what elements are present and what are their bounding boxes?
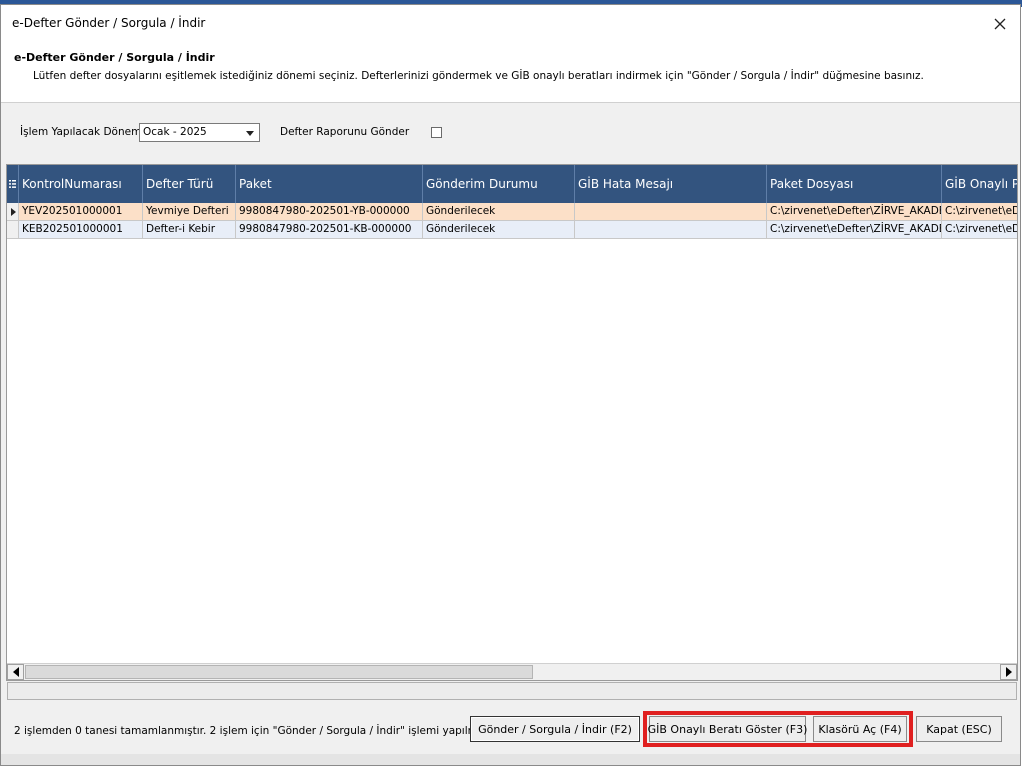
column-header-hata[interactable]: GİB Hata Mesajı <box>575 165 767 203</box>
cell-defter-turu[interactable]: Defter-i Kebir <box>143 221 236 239</box>
row-indicator <box>7 221 19 239</box>
cell-paket[interactable]: 9980847980-202501-YB-000000 <box>236 203 423 221</box>
period-select[interactable]: Ocak - 2025 <box>139 123 260 142</box>
page-description: Lütfen defter dosyalarını eşitlemek iste… <box>33 70 924 82</box>
close-button[interactable]: Kapat (ESC) <box>916 716 1002 742</box>
send-query-download-button[interactable]: Gönder / Sorgula / İndir (F2) <box>470 716 640 742</box>
scroll-left-button[interactable] <box>7 664 24 680</box>
horizontal-scrollbar[interactable] <box>7 663 1017 680</box>
cell-paket[interactable]: 9980847980-202501-KB-000000 <box>236 221 423 239</box>
period-select-value: Ocak - 2025 <box>143 126 207 138</box>
cell-paket-dosyasi[interactable]: C:\zirvenet\eDefter\ZİRVE_AKADEMİ <box>767 221 942 239</box>
progress-bar <box>7 682 1017 700</box>
cell-paket-dosyasi[interactable]: C:\zirvenet\eDefter\ZİRVE_AKADEMİ <box>767 203 942 221</box>
table-row[interactable]: KEB202501000001 Defter-i Kebir 998084798… <box>7 221 1017 239</box>
row-indicator <box>7 203 19 221</box>
scroll-right-button[interactable] <box>1000 664 1017 680</box>
close-icon <box>994 18 1006 30</box>
cell-kontrol[interactable]: KEB202501000001 <box>19 221 143 239</box>
scrollbar-thumb[interactable] <box>25 665 533 679</box>
chevron-down-icon <box>246 131 254 136</box>
arrow-right-icon <box>1005 667 1012 677</box>
cell-gonderim[interactable]: Gönderilecek <box>423 221 575 239</box>
close-window-button[interactable] <box>986 11 1014 37</box>
column-header-gib-onayli[interactable]: GİB Onaylı Pa <box>942 165 1017 203</box>
dialog-window: e-Defter Gönder / Sorgula / İndir e-Deft… <box>0 4 1021 766</box>
filter-row: İşlem Yapılacak Dönem Ocak - 2025 Defter… <box>1 123 1020 145</box>
page-title: e-Defter Gönder / Sorgula / İndir <box>14 51 215 64</box>
cell-kontrol[interactable]: YEV202501000001 <box>19 203 143 221</box>
column-header-paket-dosyasi[interactable]: Paket Dosyası <box>767 165 942 203</box>
report-label: Defter Raporunu Gönder <box>280 126 410 138</box>
column-header-kontrol[interactable]: KontrolNumarası <box>19 165 143 203</box>
header-panel: e-Defter Gönder / Sorgula / İndir Lütfen… <box>1 41 1020 103</box>
cell-gib-onayli[interactable]: C:\zirvenet\eDe <box>942 203 1017 221</box>
open-folder-button[interactable]: Klasörü Aç (F4) <box>813 716 907 742</box>
cell-gonderim[interactable]: Gönderilecek <box>423 203 575 221</box>
column-header-defter-turu[interactable]: Defter Türü <box>143 165 236 203</box>
row-pointer-icon <box>11 208 16 216</box>
grid-menu-icon[interactable] <box>7 165 19 203</box>
cell-hata[interactable] <box>575 203 767 221</box>
cell-hata[interactable] <box>575 221 767 239</box>
data-grid: KontrolNumarası Defter Türü Paket Gönder… <box>6 164 1018 681</box>
cell-gib-onayli[interactable]: C:\zirvenet\eDe <box>942 221 1017 239</box>
arrow-left-icon <box>12 667 19 677</box>
report-checkbox[interactable] <box>431 127 442 138</box>
column-header-paket[interactable]: Paket <box>236 165 423 203</box>
table-row[interactable]: YEV202501000001 Yevmiye Defteri 99808479… <box>7 203 1017 221</box>
bottom-strip <box>1 754 1020 765</box>
status-text: 2 işlemden 0 tanesi tamamlanmıştır. 2 iş… <box>14 725 507 737</box>
window-title: e-Defter Gönder / Sorgula / İndir <box>12 16 206 30</box>
show-gib-berat-button[interactable]: GİB Onaylı Beratı Göster (F3) <box>648 716 807 742</box>
period-label: İşlem Yapılacak Dönem <box>20 126 142 138</box>
cell-defter-turu[interactable]: Yevmiye Defteri <box>143 203 236 221</box>
grid-header: KontrolNumarası Defter Türü Paket Gönder… <box>7 165 1017 203</box>
title-bar: e-Defter Gönder / Sorgula / İndir <box>1 5 1020 41</box>
column-header-gonderim[interactable]: Gönderim Durumu <box>423 165 575 203</box>
